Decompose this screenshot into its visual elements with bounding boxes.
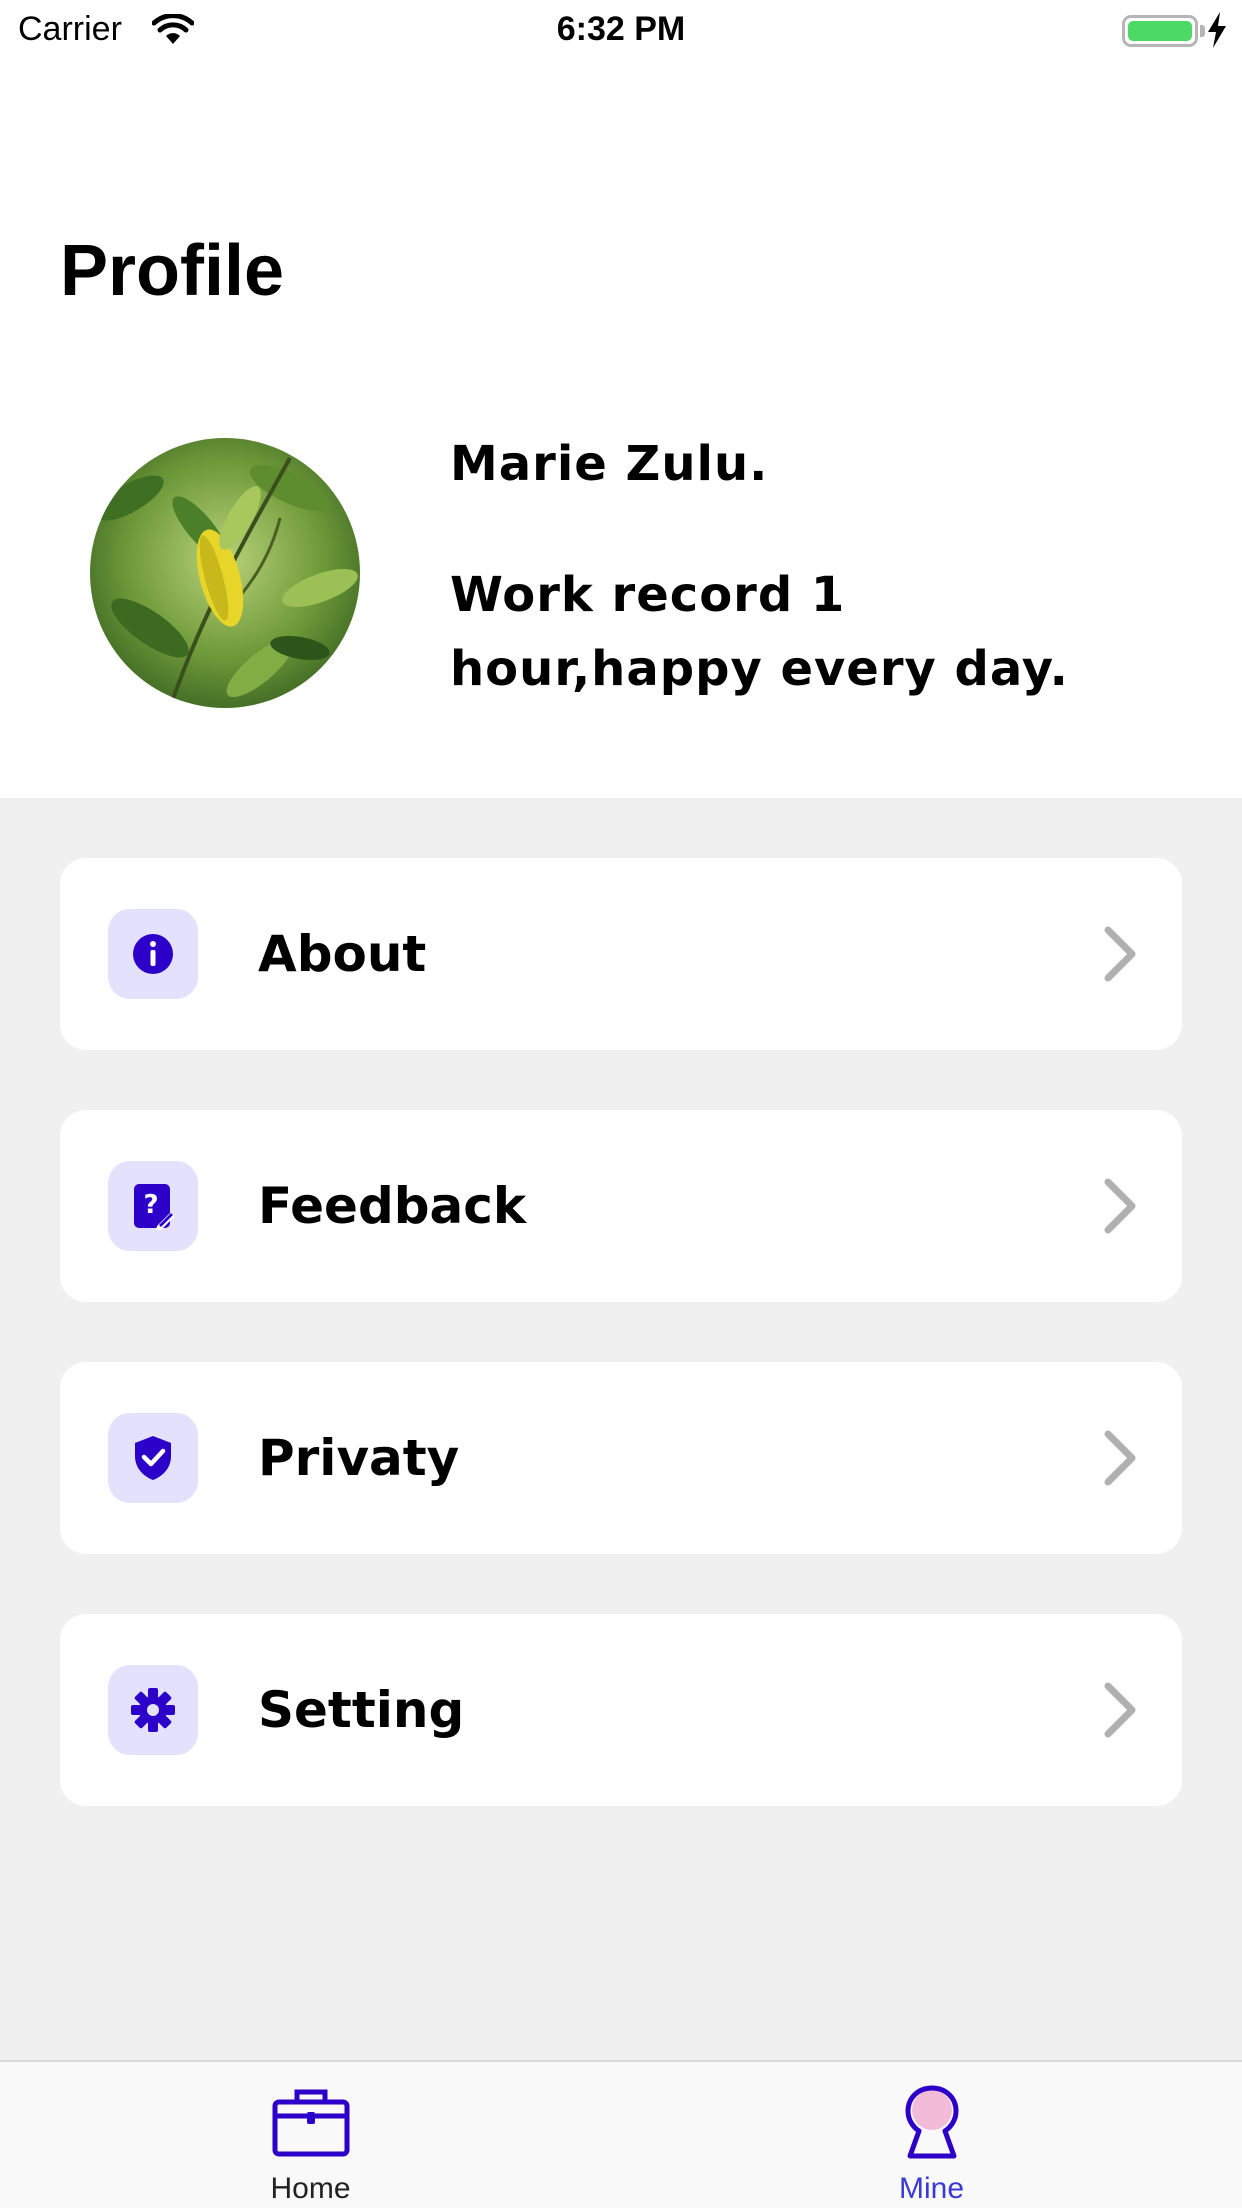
tab-home[interactable]: Home	[0, 2062, 621, 2208]
info-icon	[133, 934, 173, 974]
tab-label-mine: Mine	[898, 2172, 965, 2205]
chevron-right-icon	[1104, 1178, 1136, 1234]
briefcase-icon	[272, 2089, 349, 2157]
profile-bio: Work record 1 hour,happy every day.	[450, 567, 1069, 697]
menu-item-about[interactable]: About	[60, 858, 1182, 1050]
tab-bar: Home Mine	[0, 2060, 1242, 2208]
avatar	[90, 438, 360, 708]
menu-item-label: About	[258, 925, 427, 983]
menu-item-feedback[interactable]: ? Feedback	[60, 1110, 1182, 1302]
battery-icon	[1122, 15, 1198, 47]
battery-level	[1128, 21, 1192, 41]
chevron-right-icon	[1104, 1682, 1136, 1738]
tab-label-home: Home	[270, 2172, 351, 2205]
menu-icon-background	[108, 1665, 198, 1755]
question-edit-icon: ?	[134, 1184, 175, 1230]
chevron-right-icon	[1104, 926, 1136, 982]
status-bar: Carrier 6:32 PM	[0, 0, 1242, 60]
menu-item-setting[interactable]: Setting	[60, 1614, 1182, 1806]
shield-check-icon	[135, 1436, 171, 1480]
status-time: 6:32 PM	[556, 10, 686, 48]
profile-name: Marie Zulu.	[450, 436, 769, 492]
menu-list: About ? Feedback Privaty Setting	[0, 798, 1242, 2060]
menu-icon-background: ?	[108, 1161, 198, 1251]
charging-bolt-icon	[1208, 12, 1226, 48]
chevron-right-icon	[1104, 1430, 1136, 1486]
menu-item-label: Feedback	[258, 1177, 527, 1235]
person-icon	[905, 2085, 958, 2159]
menu-item-label: Setting	[258, 1681, 465, 1739]
menu-item-label: Privaty	[258, 1429, 460, 1487]
menu-item-privaty[interactable]: Privaty	[60, 1362, 1182, 1554]
battery-tip	[1200, 25, 1205, 37]
gear-icon	[131, 1688, 175, 1732]
menu-icon-background	[108, 1413, 198, 1503]
tab-mine[interactable]: Mine	[621, 2062, 1242, 2208]
svg-text:?: ?	[143, 1190, 158, 1220]
page-title: Profile	[60, 231, 285, 311]
menu-icon-background	[108, 909, 198, 999]
